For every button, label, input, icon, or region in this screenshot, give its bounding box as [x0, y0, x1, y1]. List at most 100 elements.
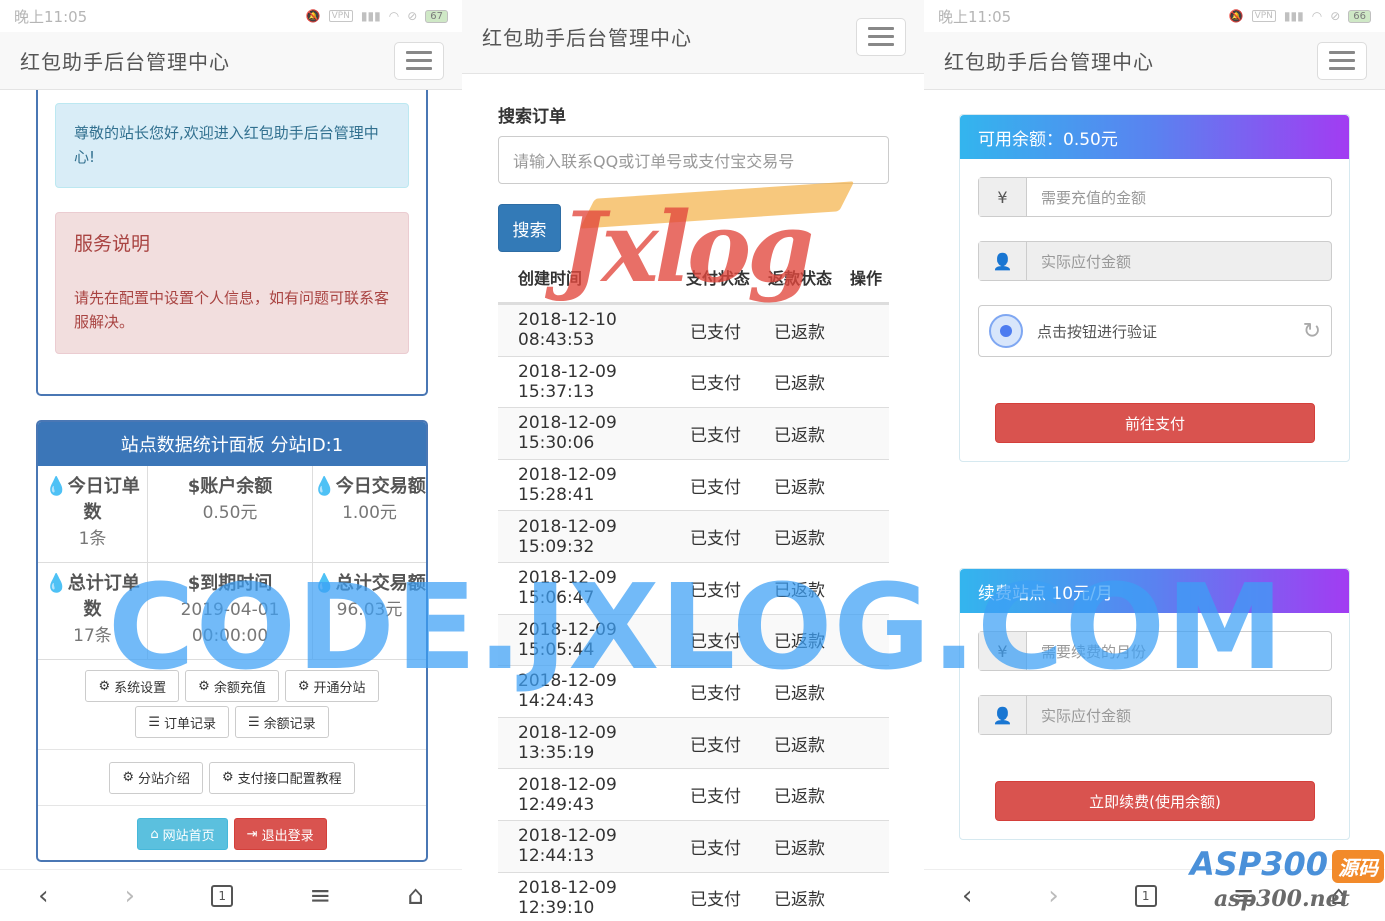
- site-actions: ⌂ 网站首页 ⇥ 退出登录: [38, 806, 426, 860]
- data-icon: ⊘: [1330, 9, 1341, 23]
- forward-icon[interactable]: ›: [1048, 881, 1058, 911]
- search-button[interactable]: 搜索: [498, 204, 561, 252]
- menu-toggle-button[interactable]: [856, 17, 906, 56]
- home-nav-icon[interactable]: ⌂: [407, 881, 424, 911]
- watermark-asp300-url: asp300.net: [1214, 886, 1350, 912]
- user-icon: 👤: [979, 696, 1027, 734]
- status-bar: 晚上11:05 🔕 VPN ▮▮▮ ◠ ⊘ 66: [924, 0, 1385, 32]
- recharge-amount-field[interactable]: ¥ 需要充值的金额: [978, 177, 1332, 217]
- stat-today-amount: 💧今日交易额 1.00元: [313, 466, 426, 563]
- back-icon[interactable]: ‹: [962, 881, 972, 911]
- stat-value: 1.00元: [342, 503, 397, 523]
- welcome-alert: 尊敬的站长您好,欢迎进入红包助手后台管理中心!: [55, 103, 409, 188]
- brand-title[interactable]: 红包助手后台管理中心: [20, 46, 230, 75]
- yen-icon: ¥: [979, 178, 1027, 216]
- menu-toggle-button[interactable]: [394, 41, 444, 80]
- vpn-icon: VPN: [1251, 10, 1276, 22]
- table-row: 2018-12-09 12:49:43 已支付 已返款: [498, 768, 889, 820]
- cell-created: 2018-12-09 12:44:13: [518, 826, 617, 867]
- cell-refund-status: 已返款: [774, 787, 825, 808]
- panel-dashboard: 晚上11:05 🔕 VPN ▮▮▮ ◠ ⊘ 67 红包助手后台管理中心 尊敬的站…: [0, 0, 462, 921]
- brand-title[interactable]: 红包助手后台管理中心: [944, 46, 1154, 75]
- stat-value: 0.50元: [202, 503, 258, 523]
- stat-today-orders: 💧今日订单数 1条: [38, 466, 148, 563]
- cell-created: 2018-12-09 15:09:32: [518, 516, 617, 557]
- recharge-card: 可用余额：0.50元 ¥ 需要充值的金额 👤 实际应付金额 点击按钮进行验证 ↻…: [959, 114, 1350, 462]
- list-icon: ☰: [148, 714, 160, 730]
- tabs-icon[interactable]: 1: [1134, 884, 1157, 907]
- mute-icon: 🔕: [305, 9, 321, 23]
- stat-label: 今日交易额: [335, 476, 426, 497]
- renew-pay-amount-readonly: 实际应付金额: [1041, 706, 1132, 725]
- watermark-code-jxlog: CODE.JXLOG.COM: [108, 558, 1285, 696]
- hamburger-icon: [1329, 51, 1355, 54]
- go-pay-button[interactable]: 前往支付: [995, 403, 1315, 443]
- navbar: 红包助手后台管理中心: [0, 32, 462, 90]
- pay-amount-field: 👤 实际应付金额: [978, 241, 1332, 281]
- menu-icon[interactable]: ≡: [309, 881, 331, 911]
- cell-refund-status: 已返款: [774, 322, 825, 343]
- screenshot-root: 晚上11:05 🔕 VPN ▮▮▮ ◠ ⊘ 67 红包助手后台管理中心 尊敬的站…: [0, 0, 1385, 921]
- logout-button[interactable]: ⇥ 退出登录: [233, 818, 327, 850]
- cell-refund-status: 已返款: [774, 374, 825, 395]
- cell-created: 2018-12-09 15:28:41: [518, 465, 617, 506]
- cell-created: 2018-12-09 15:30:06: [518, 413, 617, 454]
- verify-dot-icon: [989, 314, 1023, 348]
- tabs-icon[interactable]: 1: [211, 884, 234, 907]
- table-row: 2018-12-09 12:44:13 已支付 已返款: [498, 819, 889, 872]
- panel-orders: 红包助手后台管理中心 搜索订单 请输入联系QQ或订单号或支付宝交易号 搜索 创建…: [462, 0, 924, 921]
- gear-icon: ⚙: [222, 770, 234, 785]
- captcha-verify[interactable]: 点击按钮进行验证 ↻: [978, 305, 1332, 357]
- watermark-asp300: ASP300 源码: [1190, 845, 1385, 883]
- status-time: 晚上11:05: [938, 7, 1012, 26]
- verify-text: 点击按钮进行验证: [1037, 322, 1158, 341]
- balance-records-button[interactable]: ☰ 余额记录: [235, 706, 329, 738]
- navbar: 红包助手后台管理中心: [924, 32, 1385, 90]
- cell-pay-status: 已支付: [690, 322, 741, 343]
- cell-pay-status: 已支付: [690, 787, 741, 808]
- recharge-amount-input[interactable]: 需要充值的金额: [1027, 178, 1331, 216]
- navbar: 红包助手后台管理中心: [462, 0, 924, 74]
- home-button[interactable]: ⌂ 网站首页: [137, 818, 228, 850]
- home-icon: ⌂: [150, 826, 159, 842]
- drop-icon: 💧: [45, 476, 68, 497]
- browser-bottom-nav: ‹ › 1 ≡ ⌂: [0, 869, 462, 921]
- cell-refund-status: 已返款: [774, 477, 825, 498]
- mute-icon: 🔕: [1228, 9, 1244, 23]
- cell-created: 2018-12-09 13:35:19: [518, 723, 617, 764]
- forward-icon[interactable]: ›: [125, 881, 135, 911]
- list-icon: ☰: [248, 714, 260, 730]
- back-icon[interactable]: ‹: [38, 881, 48, 911]
- stat-balance: $账户余额 0.50元: [148, 466, 313, 563]
- brand-title[interactable]: 红包助手后台管理中心: [482, 22, 692, 51]
- stat-value: 1条: [78, 529, 107, 549]
- battery-icon: 67: [425, 9, 448, 23]
- search-input[interactable]: 请输入联系QQ或订单号或支付宝交易号: [498, 136, 889, 184]
- payment-tutorial-button[interactable]: ⚙ 支付接口配置教程: [209, 761, 355, 794]
- battery-icon: 66: [1348, 9, 1371, 23]
- pay-amount-readonly: 实际应付金额: [1041, 252, 1132, 271]
- status-time: 晚上11:05: [14, 7, 88, 26]
- cell-pay-status: 已支付: [690, 529, 741, 550]
- logout-icon: ⇥: [246, 826, 258, 842]
- cell-created: 2018-12-09 12:39:10: [518, 877, 617, 918]
- status-icons: 🔕 VPN ▮▮▮ ◠ ⊘ 66: [1229, 9, 1371, 23]
- cell-refund-status: 已返款: [774, 735, 825, 756]
- balance-title: 可用余额：0.50元: [960, 115, 1349, 159]
- search-title: 搜索订单: [498, 107, 566, 127]
- cell-created: 2018-12-10 08:43:53: [518, 310, 617, 351]
- refresh-icon[interactable]: ↻: [1303, 319, 1321, 344]
- substation-intro-button[interactable]: ⚙ 分站介绍: [109, 761, 203, 794]
- vpn-icon: VPN: [328, 10, 353, 22]
- dollar-icon: $: [187, 476, 201, 497]
- table-row: 2018-12-09 15:28:41 已支付 已返款: [498, 458, 889, 511]
- stat-label: 今日订单数: [67, 476, 140, 523]
- cell-refund-status: 已返款: [774, 529, 825, 550]
- menu-toggle-button[interactable]: [1317, 41, 1367, 80]
- table-row: 2018-12-09 15:30:06 已支付 已返款: [498, 407, 889, 459]
- order-records-button[interactable]: ☰ 订单记录: [135, 706, 229, 738]
- hamburger-icon: [868, 27, 894, 30]
- cell-refund-status: 已返款: [774, 838, 825, 859]
- renew-button[interactable]: 立即续费(使用余额): [995, 781, 1315, 821]
- drop-icon: 💧: [45, 573, 68, 594]
